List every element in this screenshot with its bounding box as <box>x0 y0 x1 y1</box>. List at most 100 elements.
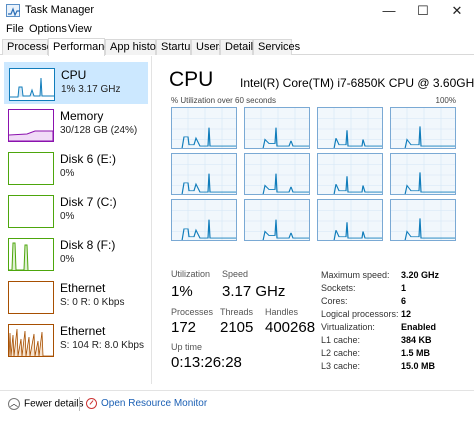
spec-value: Enabled <box>401 322 437 332</box>
tab-startup[interactable]: Startup <box>156 39 196 55</box>
cpu-thumbnail-graph <box>9 68 55 101</box>
spec-label: L1 cache: <box>321 335 361 345</box>
page-title: CPU <box>169 68 214 91</box>
title-bar: Task Manager — ☐ ✕ <box>0 0 474 22</box>
task-manager-icon <box>6 4 20 17</box>
tab-services[interactable]: Services <box>253 39 300 55</box>
spec-label: L2 cache: <box>321 348 361 358</box>
menu-options[interactable]: Options <box>29 23 67 35</box>
fewer-details-label: Fewer details <box>24 398 84 410</box>
core-utilization-graph <box>171 153 237 195</box>
core-utilization-graph <box>317 107 383 149</box>
resource-monitor-icon <box>86 398 97 409</box>
divider <box>79 397 80 411</box>
menu-bar: File Options View <box>0 22 474 38</box>
spec-value: 6 <box>401 296 407 306</box>
open-resource-monitor-label: Open Resource Monitor <box>101 398 208 410</box>
sidebar-item-value: 30/128 GB (24%) <box>60 125 138 136</box>
core-utilization-graph <box>171 107 237 149</box>
core-utilization-graph <box>244 153 310 195</box>
sidebar-item-label: Memory <box>60 109 104 123</box>
tab-users[interactable]: Users <box>191 39 225 55</box>
utilization-label: Utilization <box>171 269 211 279</box>
tab-processes[interactable]: Processes <box>2 39 58 55</box>
threads-label: Threads <box>220 307 254 317</box>
sidebar-item-disk-7[interactable]: Disk 7 (C:) 0% <box>4 190 148 232</box>
menu-view[interactable]: View <box>68 23 92 35</box>
sidebar-item-label: Disk 6 (E:) <box>60 152 117 166</box>
handles-value: 400268 <box>265 319 316 336</box>
core-utilization-graph <box>244 107 310 149</box>
sidebar-item-value: S: 104 R: 8.0 Kbps <box>60 340 144 351</box>
spec-label: Cores: <box>321 296 348 306</box>
window-title: Task Manager <box>25 4 95 16</box>
threads-value: 2105 <box>220 319 254 336</box>
sidebar-item-value: S: 0 R: 0 Kbps <box>60 297 125 308</box>
open-resource-monitor-link[interactable]: Open Resource Monitor <box>86 398 207 409</box>
memory-thumbnail-graph <box>8 109 54 142</box>
processes-label: Processes <box>171 307 214 317</box>
resource-sidebar: CPU 1% 3.17 GHz Memory 30/128 GB (24%) D… <box>0 56 152 384</box>
core-utilization-graph <box>317 153 383 195</box>
menu-file[interactable]: File <box>6 23 24 35</box>
core-utilization-graph <box>390 153 456 195</box>
fewer-details-button[interactable]: ︿ Fewer details <box>8 398 83 410</box>
sidebar-item-value: 0% <box>60 168 75 179</box>
ethernet-1-thumbnail-graph <box>8 281 54 314</box>
tab-details[interactable]: Details <box>220 39 259 55</box>
graph-axis-label: % Utilization over 60 seconds <box>171 96 276 105</box>
cpu-detail-panel: CPU Intel(R) Core(TM) i7-6850K CPU @ 3.6… <box>153 56 474 384</box>
close-button[interactable]: ✕ <box>440 0 474 22</box>
spec-label: Maximum speed: <box>321 270 390 280</box>
sidebar-item-ethernet-2[interactable]: Ethernet S: 104 R: 8.0 Kbps <box>4 319 148 361</box>
ethernet-2-thumbnail-graph <box>8 324 54 357</box>
core-utilization-graph <box>317 199 383 241</box>
sidebar-item-disk-6[interactable]: Disk 6 (E:) 0% <box>4 147 148 189</box>
sidebar-item-value: 1% 3.17 GHz <box>61 84 121 95</box>
uptime-value: 0:13:26:28 <box>171 354 242 371</box>
core-utilization-graph <box>390 199 456 241</box>
chevron-up-icon: ︿ <box>8 398 20 410</box>
sidebar-item-ethernet-1[interactable]: Ethernet S: 0 R: 0 Kbps <box>4 276 148 318</box>
spec-value: 15.0 MB <box>401 361 436 371</box>
spec-value: 1 <box>401 283 407 293</box>
tab-app-history[interactable]: App history <box>105 39 165 55</box>
graph-axis-max: 100% <box>435 96 456 105</box>
disk-6-thumbnail-graph <box>8 152 54 185</box>
tab-bar: Processes Performance App history Startu… <box>0 38 474 56</box>
spec-value: 3.20 GHz <box>401 270 440 280</box>
handles-label: Handles <box>265 307 299 317</box>
sidebar-item-label: CPU <box>61 68 87 82</box>
sidebar-item-label: Ethernet <box>60 281 106 295</box>
footer-bar: ︿ Fewer details Open Resource Monitor <box>0 390 474 422</box>
spec-label: Sockets: <box>321 283 356 293</box>
logical-processor-graphs <box>171 107 456 311</box>
sidebar-item-cpu[interactable]: CPU 1% 3.17 GHz <box>4 62 148 104</box>
sidebar-item-label: Disk 8 (F:) <box>60 238 116 252</box>
spec-value: 12 <box>401 309 412 319</box>
core-utilization-graph <box>171 199 237 241</box>
core-utilization-graph <box>390 107 456 149</box>
spec-label: Virtualization: <box>321 322 375 332</box>
processes-value: 172 <box>171 319 197 336</box>
core-utilization-graph <box>244 199 310 241</box>
spec-label: Logical processors: <box>321 309 399 319</box>
maximize-button[interactable]: ☐ <box>406 0 440 22</box>
disk-8-thumbnail-graph <box>8 238 54 271</box>
sidebar-item-label: Disk 7 (C:) <box>60 195 117 209</box>
minimize-button[interactable]: — <box>372 0 406 22</box>
sidebar-item-value: 0% <box>60 211 75 222</box>
sidebar-item-disk-8[interactable]: Disk 8 (F:) 0% <box>4 233 148 275</box>
utilization-value: 1% <box>171 283 193 300</box>
speed-value: 3.17 GHz <box>222 283 286 300</box>
disk-7-thumbnail-graph <box>8 195 54 228</box>
spec-value: 384 KB <box>401 335 432 345</box>
sidebar-item-label: Ethernet <box>60 324 106 338</box>
sidebar-item-value: 0% <box>60 254 75 265</box>
uptime-label: Up time <box>171 342 203 352</box>
spec-value: 1.5 MB <box>401 348 431 358</box>
cpu-model-name: Intel(R) Core(TM) i7-6850K CPU @ 3.60GHz <box>240 76 474 90</box>
tab-performance[interactable]: Performance <box>48 38 116 56</box>
sidebar-item-memory[interactable]: Memory 30/128 GB (24%) <box>4 104 148 146</box>
speed-label: Speed <box>222 269 249 279</box>
